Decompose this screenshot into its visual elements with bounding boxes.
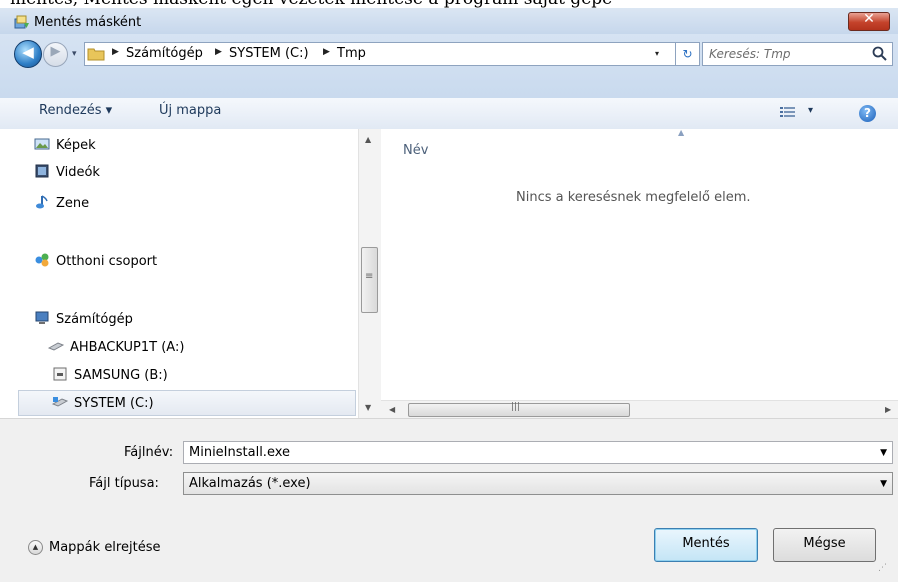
back-arrow-icon: ◀	[22, 43, 34, 61]
nav-item-videos[interactable]: Videók	[34, 164, 100, 180]
window-title: Mentés másként	[34, 15, 142, 30]
nav-item-drive-c[interactable]: SYSTEM (C:)	[52, 395, 154, 411]
empty-results-message: Nincs a keresésnek megfelelő elem.	[516, 190, 751, 205]
breadcrumb-computer[interactable]: Számítógép	[126, 46, 203, 61]
filetype-select[interactable]: Alkalmazás (*.exe) ▼	[183, 472, 893, 495]
back-button[interactable]: ◀	[14, 40, 42, 68]
filetype-dropdown-icon[interactable]: ▼	[880, 479, 887, 489]
organize-button[interactable]: Rendezés ▾	[39, 103, 112, 118]
forward-button[interactable]: ▶	[43, 42, 68, 67]
refresh-button[interactable]: ↻	[676, 42, 700, 66]
filetype-value: Alkalmazás (*.exe)	[189, 476, 311, 491]
pictures-icon	[34, 138, 50, 150]
close-button[interactable]: ✕	[848, 11, 890, 31]
column-header-name[interactable]: Név	[403, 143, 428, 158]
save-button[interactable]: Mentés	[654, 528, 758, 562]
collapse-icon[interactable]: ▲	[28, 540, 43, 555]
filename-value[interactable]: MinieInstall.exe	[189, 445, 290, 460]
recent-pages-dropdown-icon[interactable]: ▾	[72, 49, 77, 59]
navigation-vertical-scrollbar[interactable]: ▲ ≡ ▼	[358, 129, 381, 418]
computer-icon	[35, 311, 49, 324]
nav-item-drive-b[interactable]: SAMSUNG (B:)	[52, 367, 168, 383]
drive-icon	[48, 342, 64, 351]
resize-grip-icon[interactable]: ⋰	[878, 563, 887, 573]
close-icon: ✕	[863, 11, 875, 27]
cancel-button[interactable]: Mégse	[773, 528, 876, 562]
nav-item-drive-a[interactable]: AHBACKUP1T (A:)	[48, 339, 184, 355]
command-bar	[0, 98, 898, 130]
filename-label: Fájlnév:	[124, 445, 174, 460]
background-document-text: mentés, Mentés másként egen vezeték ment…	[0, 0, 898, 8]
breadcrumb-separator-icon[interactable]: ▶	[323, 47, 330, 57]
filename-dropdown-icon[interactable]: ▼	[880, 448, 887, 458]
scroll-left-icon[interactable]: ◀	[389, 405, 395, 414]
videos-icon	[35, 164, 49, 178]
file-list-horizontal-scrollbar[interactable]: ◀ ||| ▶	[381, 400, 898, 419]
details-view-icon	[780, 107, 795, 117]
new-folder-button[interactable]: Új mappa	[159, 103, 221, 118]
scrollbar-thumb[interactable]: |||	[408, 402, 630, 417]
removable-drive-icon	[53, 367, 67, 381]
breadcrumb[interactable]: ▶ Számítógép ▶ SYSTEM (C:) ▶ Tmp ▾	[84, 42, 676, 66]
view-dropdown-icon: ▾	[808, 105, 814, 116]
hide-folders-toggle[interactable]: Mappák elrejtése	[49, 540, 160, 555]
filetype-label: Fájl típusa:	[89, 476, 159, 491]
breadcrumb-separator-icon[interactable]: ▶	[112, 47, 119, 57]
search-input[interactable]	[707, 46, 861, 62]
homegroup-icon	[35, 253, 49, 267]
scroll-up-icon[interactable]: ▲	[365, 135, 371, 144]
nav-item-pictures[interactable]: Képek	[34, 137, 96, 153]
address-dropdown-icon[interactable]: ▾	[655, 49, 659, 58]
search-box[interactable]	[702, 42, 893, 66]
music-icon	[36, 195, 48, 209]
breadcrumb-tmp[interactable]: Tmp	[337, 46, 366, 61]
scroll-down-icon[interactable]: ▼	[365, 403, 371, 412]
nav-item-homegroup[interactable]: Otthoni csoport	[34, 253, 157, 269]
forward-arrow-icon: ▶	[50, 44, 61, 59]
breadcrumb-separator-icon[interactable]: ▶	[215, 47, 222, 57]
save-as-app-icon	[14, 15, 29, 29]
system-drive-icon	[52, 397, 68, 407]
nav-item-music[interactable]: Zene	[34, 195, 89, 211]
scroll-right-icon[interactable]: ▶	[885, 405, 891, 414]
file-list-pane[interactable]	[381, 129, 898, 400]
filename-field[interactable]: MinieInstall.exe ▼	[183, 441, 893, 464]
help-icon[interactable]: ?	[859, 105, 876, 122]
nav-item-computer[interactable]: Számítógép	[34, 311, 133, 327]
change-view-button[interactable]: ▾	[780, 104, 813, 122]
breadcrumb-system-drive[interactable]: SYSTEM (C:)	[229, 46, 309, 61]
scrollbar-thumb[interactable]: ≡	[361, 247, 378, 313]
search-icon[interactable]	[871, 45, 889, 63]
sort-indicator-icon: ▲	[678, 128, 685, 137]
folder-icon	[87, 48, 105, 61]
